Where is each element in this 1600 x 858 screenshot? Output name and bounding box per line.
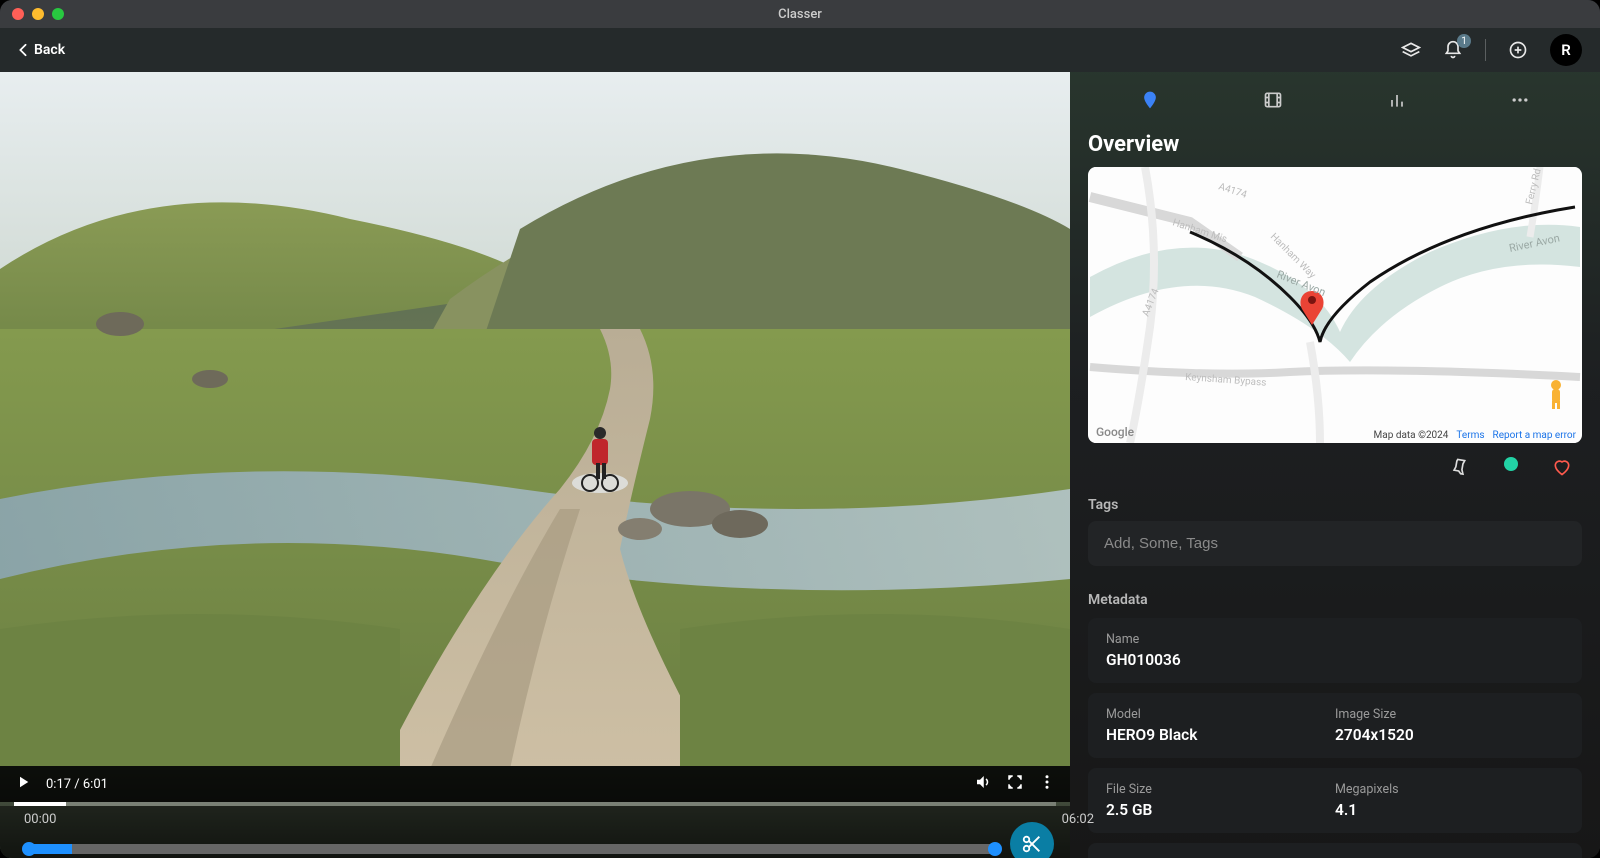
film-icon	[1263, 90, 1283, 110]
volume-button[interactable]	[974, 773, 992, 795]
back-label: Back	[34, 42, 65, 58]
meta-extension-card: Extension .MP4 Date Imported 2/10/24, 9:…	[1088, 843, 1582, 858]
bar-chart-icon	[1387, 90, 1407, 110]
meta-filesize-label: File Size	[1106, 782, 1335, 797]
trim-strip: 00:00 06:02	[0, 806, 1070, 858]
add-icon[interactable]	[1508, 40, 1528, 60]
right-panel: Overview	[1070, 72, 1600, 858]
layers-icon[interactable]	[1401, 40, 1421, 60]
panel-tabs	[1088, 72, 1582, 128]
avatar[interactable]: R	[1550, 34, 1582, 66]
tags-heading: Tags	[1088, 497, 1582, 513]
toolbar-right: 1 R	[1401, 34, 1582, 66]
avatar-initial: R	[1561, 41, 1571, 59]
main: 0:17 / 6:01 00:00 06:02	[0, 72, 1600, 858]
meta-megapixels-value: 4.1	[1335, 801, 1564, 819]
tab-clips[interactable]	[1263, 90, 1283, 110]
notifications-icon[interactable]: 1	[1443, 40, 1463, 60]
more-button[interactable]	[1038, 773, 1056, 795]
window-close-button[interactable]	[12, 8, 24, 20]
window-zoom-button[interactable]	[52, 8, 64, 20]
trim-start-time: 00:00	[24, 812, 56, 827]
meta-megapixels-label: Megapixels	[1335, 782, 1564, 797]
heart-icon	[1552, 457, 1572, 477]
trim-handle-right[interactable]	[988, 842, 1002, 856]
meta-model-value: HERO9 Black	[1106, 726, 1335, 744]
fullscreen-button[interactable]	[1006, 773, 1024, 795]
meta-imagesize-value: 2704x1520	[1335, 726, 1564, 744]
map-footer: Map data ©2024 Terms Report a map error	[1374, 430, 1576, 441]
map[interactable]: River Avon River Avon A4174 A4174 Ferry …	[1088, 167, 1582, 443]
titlebar: Classer	[0, 0, 1600, 28]
window-minimize-button[interactable]	[32, 8, 44, 20]
meta-imagesize-label: Image Size	[1335, 707, 1564, 722]
back-button[interactable]: Back	[18, 42, 65, 58]
tab-stats[interactable]	[1387, 90, 1407, 110]
app-title: Classer	[778, 7, 822, 22]
pin-button[interactable]	[1450, 457, 1470, 481]
time-display: 0:17 / 6:01	[46, 777, 108, 792]
tags-input[interactable]	[1088, 521, 1582, 566]
video-still	[0, 72, 1070, 766]
play-button[interactable]	[14, 773, 32, 795]
traffic-lights	[12, 8, 64, 20]
action-row	[1088, 443, 1582, 491]
video-pane: 0:17 / 6:01 00:00 06:02	[0, 72, 1070, 858]
tab-overview[interactable]	[1140, 90, 1160, 110]
metadata-heading: Metadata	[1088, 592, 1582, 608]
pin-icon	[1450, 457, 1470, 477]
toolbar-divider	[1485, 39, 1486, 61]
map-pin-icon	[1140, 90, 1160, 110]
favorite-button[interactable]	[1552, 457, 1572, 481]
cut-button[interactable]	[1010, 822, 1054, 858]
chevron-left-icon	[18, 43, 28, 57]
trim-handle-left[interactable]	[22, 842, 36, 856]
map-attribution: Map data ©2024	[1374, 430, 1449, 441]
tab-more[interactable]	[1510, 90, 1530, 110]
trim-track[interactable]	[24, 844, 1000, 854]
scissors-icon	[1021, 833, 1043, 855]
video-frame[interactable]	[0, 72, 1070, 766]
map-logo: Google	[1096, 425, 1134, 439]
meta-model-label: Model	[1106, 707, 1335, 722]
color-dot-icon	[1504, 457, 1518, 471]
meta-model-card: Model HERO9 Black Image Size 2704x1520	[1088, 693, 1582, 758]
meta-name-label: Name	[1106, 632, 1564, 647]
trim-end-time: 06:02	[1062, 812, 1094, 827]
more-horizontal-icon	[1510, 90, 1530, 110]
meta-filesize-value: 2.5 GB	[1106, 801, 1335, 819]
meta-name-value: GH010036	[1106, 651, 1564, 669]
meta-filesize-card: File Size 2.5 GB Megapixels 4.1	[1088, 768, 1582, 833]
color-tag-button[interactable]	[1504, 457, 1518, 481]
meta-name-card: Name GH010036	[1088, 618, 1582, 683]
pegman-icon[interactable]	[1546, 379, 1566, 409]
player-controls: 0:17 / 6:01	[0, 766, 1070, 802]
overview-title: Overview	[1088, 132, 1582, 157]
app-window: Classer Back 1 R	[0, 0, 1600, 858]
map-terms-link[interactable]: Terms	[1456, 430, 1484, 441]
toolbar: Back 1 R	[0, 28, 1600, 72]
map-report-link[interactable]: Report a map error	[1493, 430, 1576, 441]
notification-badge: 1	[1457, 34, 1471, 48]
